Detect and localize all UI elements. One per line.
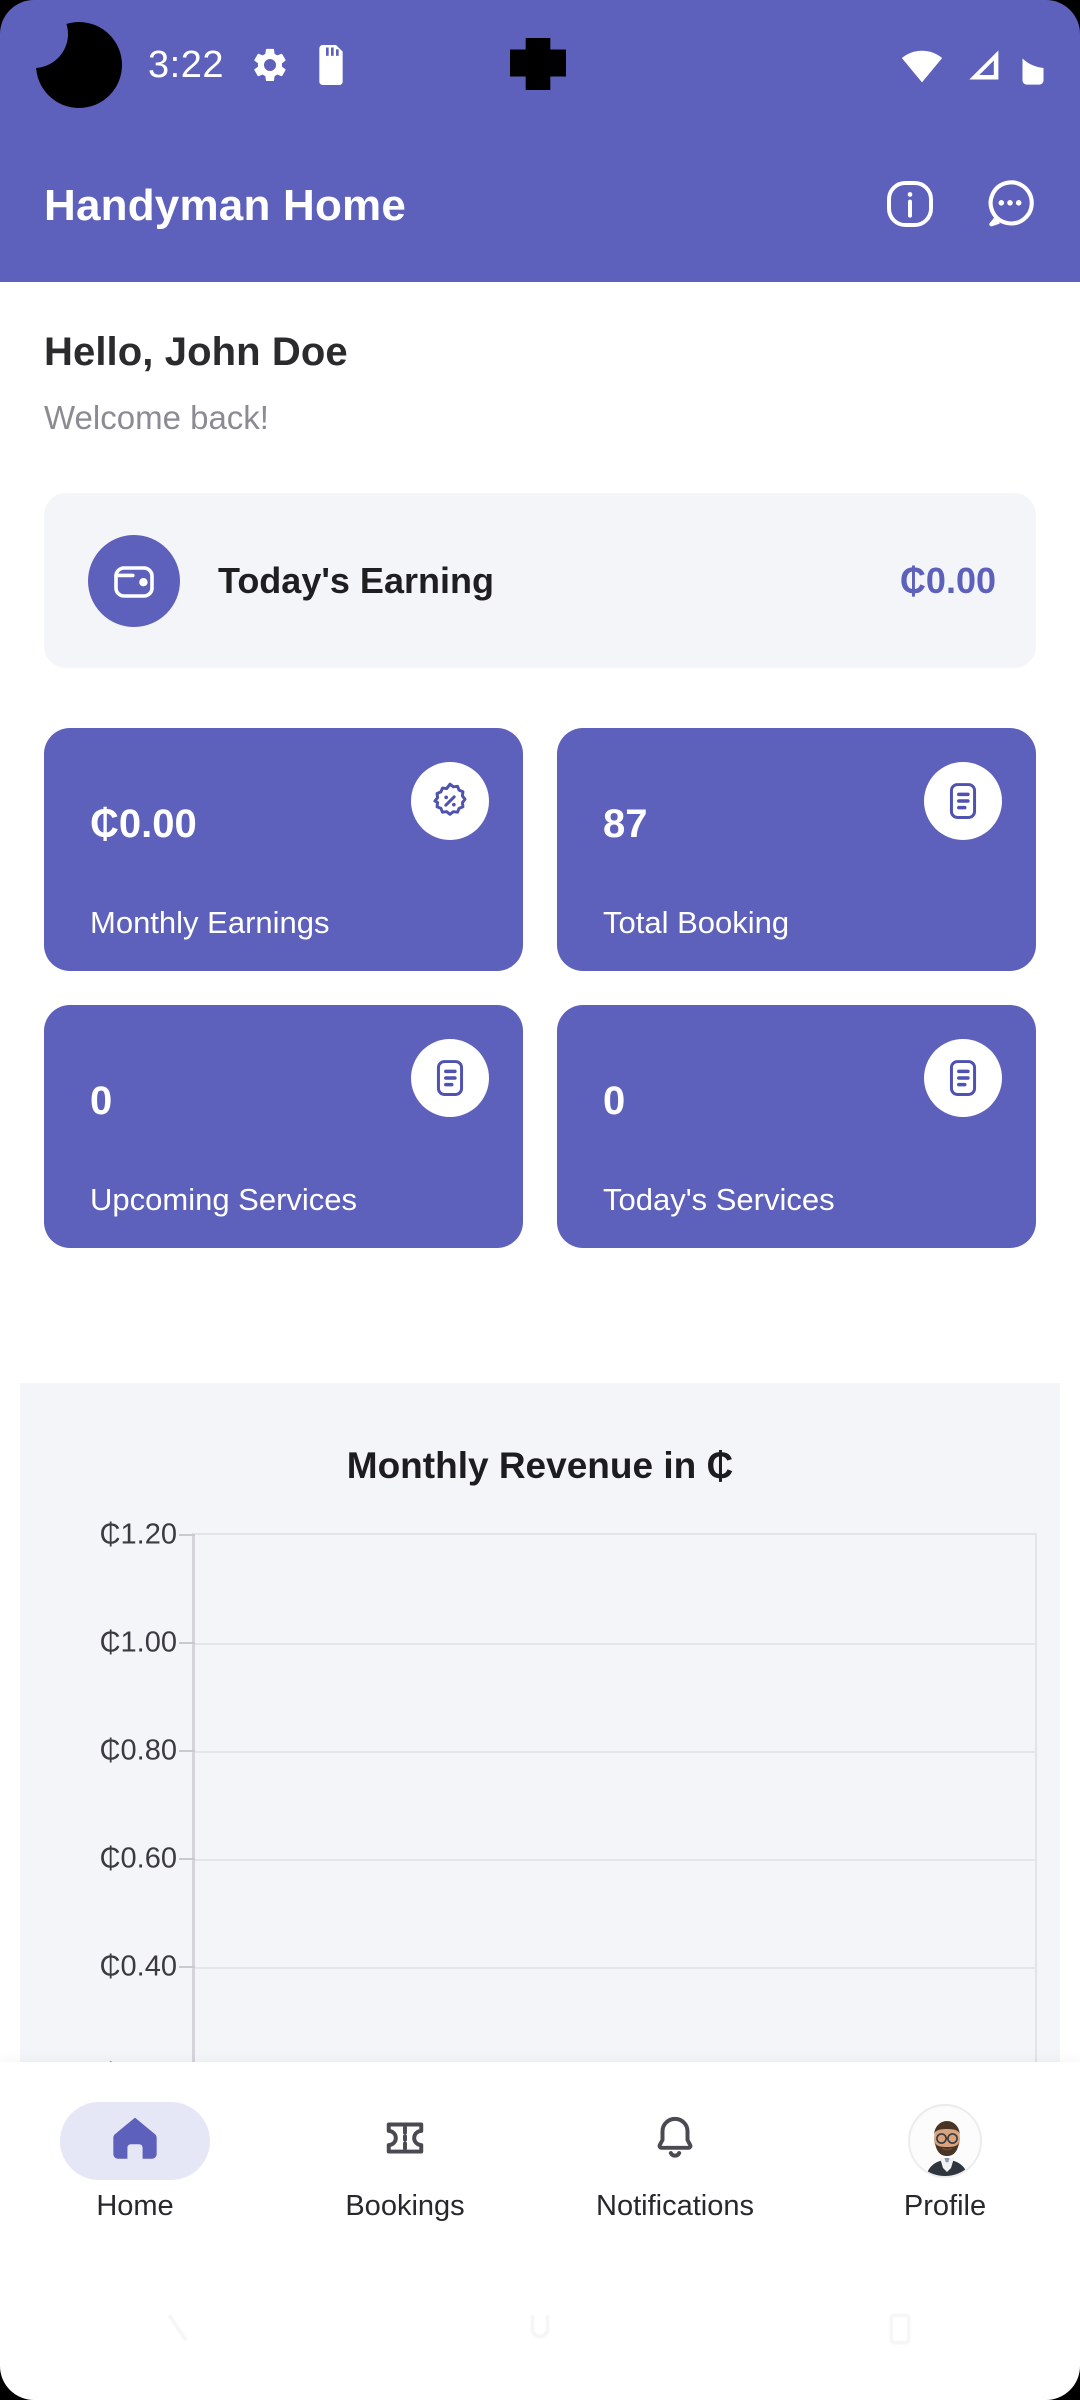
bell-icon <box>650 2113 700 2168</box>
document-list-icon <box>411 1039 489 1117</box>
main-content: Hello, John Doe Welcome back! Today's Ea… <box>0 282 1080 2062</box>
discount-badge-icon <box>411 762 489 840</box>
chart-gridline <box>195 1859 1035 1861</box>
page-title: Handyman Home <box>44 181 407 230</box>
phone-screen: 3:22 Handyman Home Hello, John Doe Welco… <box>0 0 1080 2400</box>
todays-earning-amount: ₵0.00 <box>899 559 996 601</box>
nav-notifications-icon-box <box>600 2102 750 2180</box>
cellular-signal-icon <box>962 45 1002 85</box>
info-circle-icon <box>882 176 938 237</box>
nav-label: Home <box>96 2189 174 2222</box>
wallet-icon <box>88 534 180 627</box>
device-corner-bottom-right <box>1012 2332 1080 2400</box>
home-pill-icon <box>510 2299 570 2364</box>
greeting-title: Hello, John Doe <box>44 330 348 374</box>
stat-card-total-booking[interactable]: 87 Total Booking <box>557 728 1036 971</box>
android-recents-button[interactable] <box>840 2271 960 2391</box>
stat-card-top: ₵0.00 <box>90 762 489 847</box>
stat-card-top: 87 <box>603 762 1002 847</box>
chart-plot-wrapper: ₵1.20 ₵1.00 ₵0.80 ₵0.60 ₵0.40 ₵0.20 <box>20 1519 1060 2062</box>
settings-gear-icon <box>250 45 290 85</box>
document-list-icon <box>924 1039 1002 1117</box>
android-home-button[interactable] <box>480 2271 600 2391</box>
stat-label: Total Booking <box>603 905 790 940</box>
app-bar: Handyman Home <box>0 130 1080 282</box>
device-corner-top-right <box>1012 0 1080 68</box>
stat-label: Today's Services <box>603 1182 835 1217</box>
chart-gridline <box>195 1643 1035 1645</box>
bottom-navigation-bar: Home Bookings Notifications Profile <box>0 2062 1080 2262</box>
avatar <box>908 2103 982 2178</box>
stat-label: Monthly Earnings <box>90 905 330 940</box>
wifi-icon <box>900 45 944 85</box>
info-button[interactable] <box>880 176 940 236</box>
nav-label: Bookings <box>345 2189 465 2222</box>
stat-card-todays-services[interactable]: 0 Today's Services <box>557 1005 1036 1248</box>
monthly-revenue-chart-card: Monthly Revenue in ₵ ₵1.20 ₵1.00 ₵0.80 ₵… <box>20 1383 1060 2062</box>
chart-plot-area: ₵1.20 ₵1.00 ₵0.80 ₵0.60 ₵0.40 ₵0.20 <box>100 1519 1037 2062</box>
nav-bookings-icon-box <box>330 2102 480 2180</box>
status-bar-clock: 3:22 <box>148 43 224 86</box>
android-back-button[interactable] <box>120 2271 240 2391</box>
document-list-icon <box>924 762 1002 840</box>
chart-gridline <box>195 1967 1035 1969</box>
chart-gridline <box>195 1751 1035 1753</box>
stat-card-top: 0 <box>603 1039 1002 1124</box>
greeting-subtitle: Welcome back! <box>44 399 269 436</box>
recents-square-icon <box>870 2299 930 2364</box>
chart-title: Monthly Revenue in ₵ <box>346 1445 734 1486</box>
device-corner-top-left <box>0 0 68 68</box>
todays-earning-card[interactable]: Today's Earning ₵0.00 <box>44 493 1036 668</box>
nav-item-home[interactable]: Home <box>0 2062 270 2262</box>
sd-card-icon <box>314 45 348 85</box>
nav-item-bookings[interactable]: Bookings <box>270 2062 540 2262</box>
nav-label: Profile <box>903 2189 987 2222</box>
nav-item-profile[interactable]: Profile <box>810 2062 1080 2262</box>
avatar-icon <box>911 2106 980 2176</box>
greeting-section: Hello, John Doe Welcome back! <box>0 282 1080 437</box>
todays-earning-label: Today's Earning <box>218 559 494 601</box>
chat-bubble-dots-icon <box>981 175 1039 238</box>
ticket-icon <box>380 2113 430 2168</box>
stat-value: ₵0.00 <box>90 802 197 846</box>
stat-label: Upcoming Services <box>90 1182 358 1217</box>
nav-home-icon-pill <box>60 2101 210 2180</box>
stats-grid: ₵0.00 Monthly Earnings 87 Total Booking … <box>44 728 1036 1248</box>
stat-card-upcoming-services[interactable]: 0 Upcoming Services <box>44 1005 523 1248</box>
back-chevron-icon <box>150 2299 210 2364</box>
app-bar-actions <box>880 176 1040 236</box>
stat-value: 0 <box>90 1079 113 1123</box>
device-corner-bottom-left <box>0 2332 68 2400</box>
android-system-navigation <box>0 2262 1080 2400</box>
nav-item-notifications[interactable]: Notifications <box>540 2062 810 2262</box>
stat-value: 87 <box>603 802 648 846</box>
nav-label: Notifications <box>596 2189 754 2222</box>
chat-button[interactable] <box>980 176 1040 236</box>
nav-profile-icon-box <box>870 2102 1020 2180</box>
home-icon <box>109 2112 161 2169</box>
stat-card-monthly-earnings[interactable]: ₵0.00 Monthly Earnings <box>44 728 523 971</box>
stat-card-top: 0 <box>90 1039 489 1124</box>
status-bar-left-icons <box>250 45 348 85</box>
stat-value: 0 <box>603 1079 626 1123</box>
